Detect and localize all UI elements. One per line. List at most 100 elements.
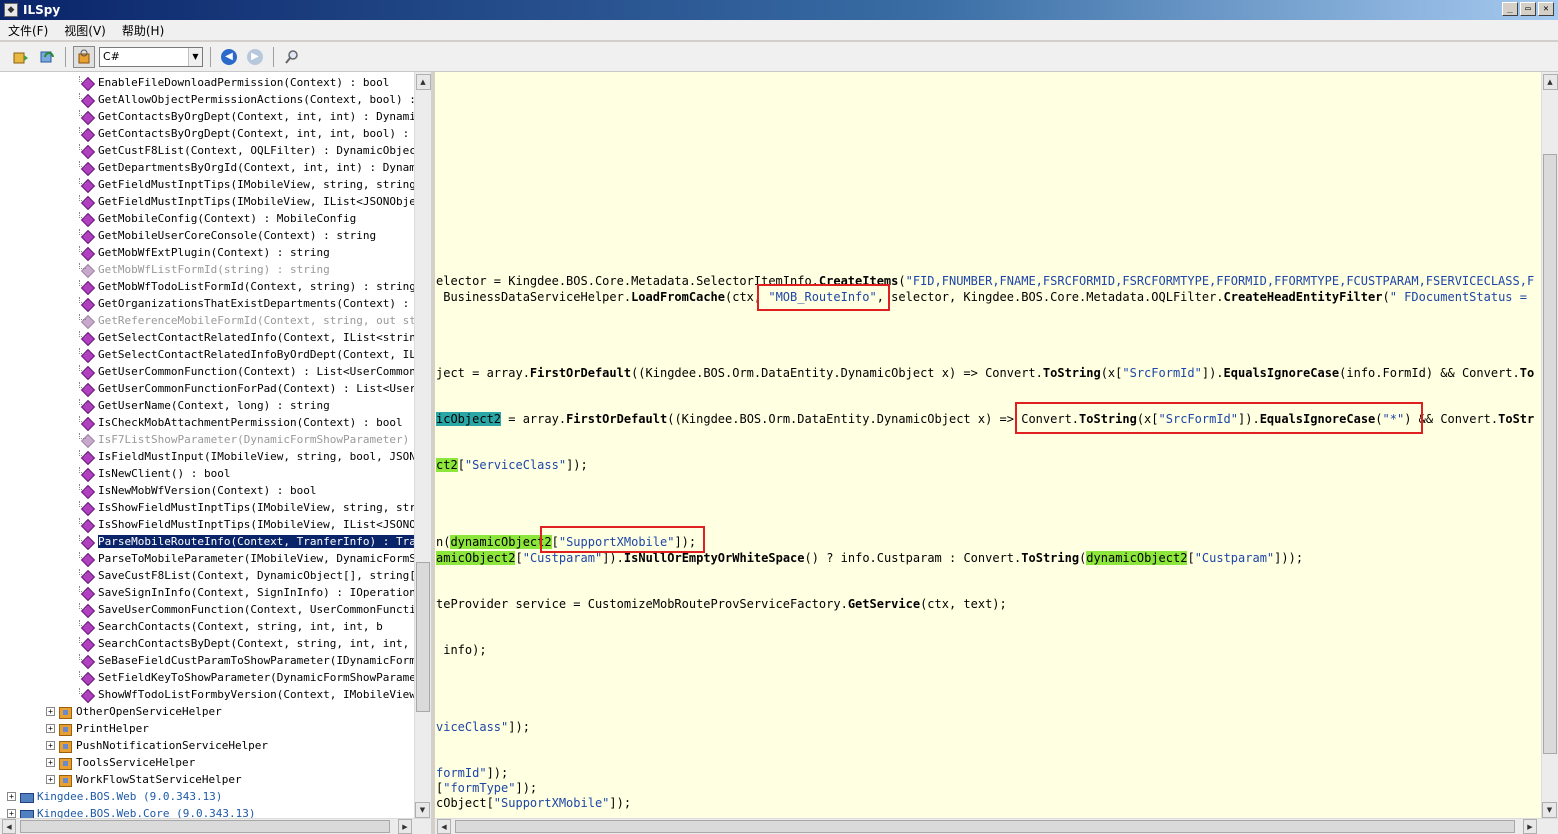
scroll-down-icon[interactable]: ▼ (415, 802, 430, 818)
code-horizontal-scrollbar[interactable]: ◀ ▶ (435, 818, 1558, 834)
expand-icon[interactable]: + (46, 775, 55, 784)
assembly-icon (19, 807, 34, 818)
tree-method-item[interactable]: GetMobileConfig(Context) : MobileConfig (79, 210, 356, 227)
expand-icon[interactable]: + (46, 724, 55, 733)
tree-class-item[interactable]: + PushNotificationServiceHelper (46, 737, 268, 754)
tree-method-item[interactable]: SetFieldKeyToShowParameter(DynamicFormSh… (79, 669, 415, 686)
assembly-tree[interactable]: EnableFileDownloadPermission(Context) : … (0, 72, 415, 818)
tree-method-item[interactable]: GetMobWfExtPlugin(Context) : string (79, 244, 330, 261)
tree-method-item[interactable]: GetFieldMustInptTips(IMobileView, IList<… (79, 193, 415, 210)
scroll-down-icon[interactable]: ▼ (1542, 802, 1557, 818)
tree-assembly-item[interactable]: + Kingdee.BOS.Web.Core (9.0.343.13) (7, 805, 256, 818)
expand-icon[interactable]: + (46, 707, 55, 716)
tree-vertical-scrollbar[interactable]: ▲ ▼ (414, 72, 431, 818)
tree-method-item[interactable]: SaveUserCommonFunction(Context, UserComm… (79, 601, 415, 618)
scroll-thumb[interactable] (416, 562, 430, 712)
code-vertical-scrollbar[interactable]: ▲ ▼ (1541, 72, 1558, 818)
scroll-thumb[interactable] (455, 820, 1515, 833)
scroll-thumb[interactable] (1543, 154, 1557, 754)
tree-method-item[interactable]: IsShowFieldMustInptTips(IMobileView, str… (79, 499, 415, 516)
reload-icon[interactable] (36, 46, 58, 68)
scroll-right-icon[interactable]: ▶ (398, 819, 412, 834)
tree-method-item[interactable]: SearchContacts(Context, string, int, int… (79, 618, 383, 635)
scroll-right-icon[interactable]: ▶ (1523, 819, 1537, 834)
tree-class-item[interactable]: + WorkFlowStatServiceHelper (46, 771, 242, 788)
tree-method-item[interactable]: GetMobWfTodoListFormId(Context, string) … (79, 278, 415, 295)
tree-item-label: PrintHelper (76, 722, 149, 735)
expand-icon[interactable]: + (7, 792, 16, 801)
expand-icon[interactable]: + (46, 758, 55, 767)
tree-method-item[interactable]: EnableFileDownloadPermission(Context) : … (79, 74, 389, 91)
restore-button[interactable]: ▭ (1520, 2, 1536, 16)
tree-method-item[interactable]: ParseToMobileParameter(IMobileView, Dyna… (79, 550, 415, 567)
code-line: info); (436, 643, 487, 657)
tree-method-item[interactable]: GetMobileUserCoreConsole(Context) : stri… (79, 227, 376, 244)
tree-method-item[interactable]: GetCustF8List(Context, OQLFilter) : Dyna… (79, 142, 415, 159)
tree-item-label: GetUserName(Context, long) : string (98, 399, 330, 412)
tree-method-item[interactable]: GetUserCommonFunctionForPad(Context) : L… (79, 380, 415, 397)
tree-horizontal-scrollbar[interactable]: ◀ ▶ (0, 818, 431, 834)
menu-help[interactable]: 帮助(H) (114, 22, 172, 39)
tree-method-item[interactable]: GetSelectContactRelatedInfoByOrdDept(Con… (79, 346, 415, 363)
tree-method-item[interactable]: SaveCustF8List(Context, DynamicObject[],… (79, 567, 415, 584)
tree-method-item[interactable]: GetReferenceMobileFormId(Context, string… (79, 312, 415, 329)
tree-method-item[interactable]: SearchContactsByDept(Context, string, in… (79, 635, 409, 652)
code-line: cObject["SupportXMobile"]); (436, 796, 632, 810)
code-line: formId"]); (436, 766, 509, 780)
tree-item-label: GetMobWfExtPlugin(Context) : string (98, 246, 330, 259)
language-select[interactable]: C# ▼ (99, 46, 203, 67)
tree-method-item[interactable]: SaveSignInInfo(Context, SignInInfo) : IO… (79, 584, 415, 601)
method-icon (79, 517, 94, 532)
tree-class-item[interactable]: + PrintHelper (46, 720, 149, 737)
tree-method-item[interactable]: GetMobWfListFormId(string) : string (79, 261, 330, 278)
tree-class-item[interactable]: + OtherOpenServiceHelper (46, 703, 222, 720)
tree-method-item[interactable]: ParseMobileRouteInfo(Context, TranferInf… (79, 533, 415, 550)
scroll-left-icon[interactable]: ◀ (2, 819, 16, 834)
chevron-down-icon[interactable]: ▼ (188, 47, 202, 66)
tree-method-item[interactable]: IsF7ListShowParameter(DynamicFormShowPar… (79, 431, 409, 448)
expand-icon[interactable]: + (46, 741, 55, 750)
method-icon (79, 330, 94, 345)
tree-method-item[interactable]: IsCheckMobAttachmentPermission(Context) … (79, 414, 403, 431)
menu-file[interactable]: 文件(F) (0, 22, 56, 39)
back-button[interactable]: ◀ (218, 46, 240, 68)
scroll-up-icon[interactable]: ▲ (415, 74, 431, 90)
scroll-up-icon[interactable]: ▲ (1542, 74, 1558, 90)
toolbar-separator (273, 46, 274, 67)
tree-method-item[interactable]: SeBaseFieldCustParamToShowParameter(IDyn… (79, 652, 415, 669)
tree-class-item[interactable]: + ToolsServiceHelper (46, 754, 195, 771)
tree-method-item[interactable]: IsFieldMustInput(IMobileView, string, bo… (79, 448, 415, 465)
expand-icon[interactable]: + (7, 809, 16, 818)
scroll-left-icon[interactable]: ◀ (437, 819, 451, 834)
method-icon (79, 449, 94, 464)
tree-method-item[interactable]: GetUserCommonFunction(Context) : List<Us… (79, 363, 415, 380)
open-icon[interactable] (10, 46, 32, 68)
tree-item-label: SearchContacts(Context, string, int, int… (98, 620, 383, 633)
tree-method-item[interactable]: GetContactsByOrgDept(Context, int, int) … (79, 108, 415, 125)
method-icon (79, 466, 94, 481)
code-line: teProvider service = CustomizeMobRoutePr… (436, 597, 1007, 611)
tree-assembly-item[interactable]: + Kingdee.BOS.Web (9.0.343.13) (7, 788, 222, 805)
tree-method-item[interactable]: GetSelectContactRelatedInfo(Context, ILi… (79, 329, 415, 346)
tree-method-item[interactable]: ShowWfTodoListFormbyVersion(Context, IMo… (79, 686, 415, 703)
scroll-thumb[interactable] (20, 820, 390, 833)
toolbar: C# ▼ ◀ ▶ (0, 42, 1558, 72)
decompiled-code-view[interactable]: elector = Kingdee.BOS.Core.Metadata.Sele… (435, 72, 1541, 818)
forward-button[interactable]: ▶ (244, 46, 266, 68)
tree-method-item[interactable]: GetContactsByOrgDept(Context, int, int, … (79, 125, 415, 142)
close-button[interactable]: ✕ (1538, 2, 1554, 16)
menu-view[interactable]: 视图(V) (56, 22, 114, 39)
tree-method-item[interactable]: IsNewClient() : bool (79, 465, 230, 482)
search-button[interactable] (281, 46, 303, 68)
tree-method-item[interactable]: GetFieldMustInptTips(IMobileView, string… (79, 176, 415, 193)
tree-method-item[interactable]: GetOrganizationsThatExistDepartments(Con… (79, 295, 415, 312)
tree-method-item[interactable]: GetAllowObjectPermissionActions(Context,… (79, 91, 415, 108)
tree-method-item[interactable]: IsShowFieldMustInptTips(IMobileView, ILi… (79, 516, 415, 533)
show-internal-icon[interactable] (73, 45, 95, 68)
tree-method-item[interactable]: GetDepartmentsByOrgId(Context, int, int)… (79, 159, 415, 176)
tree-method-item[interactable]: IsNewMobWfVersion(Context) : bool (79, 482, 317, 499)
tree-item-label: SaveCustF8List(Context, DynamicObject[],… (98, 569, 415, 582)
tree-method-item[interactable]: GetUserName(Context, long) : string (79, 397, 330, 414)
method-icon (79, 160, 94, 175)
minimize-button[interactable]: _ (1502, 2, 1518, 16)
